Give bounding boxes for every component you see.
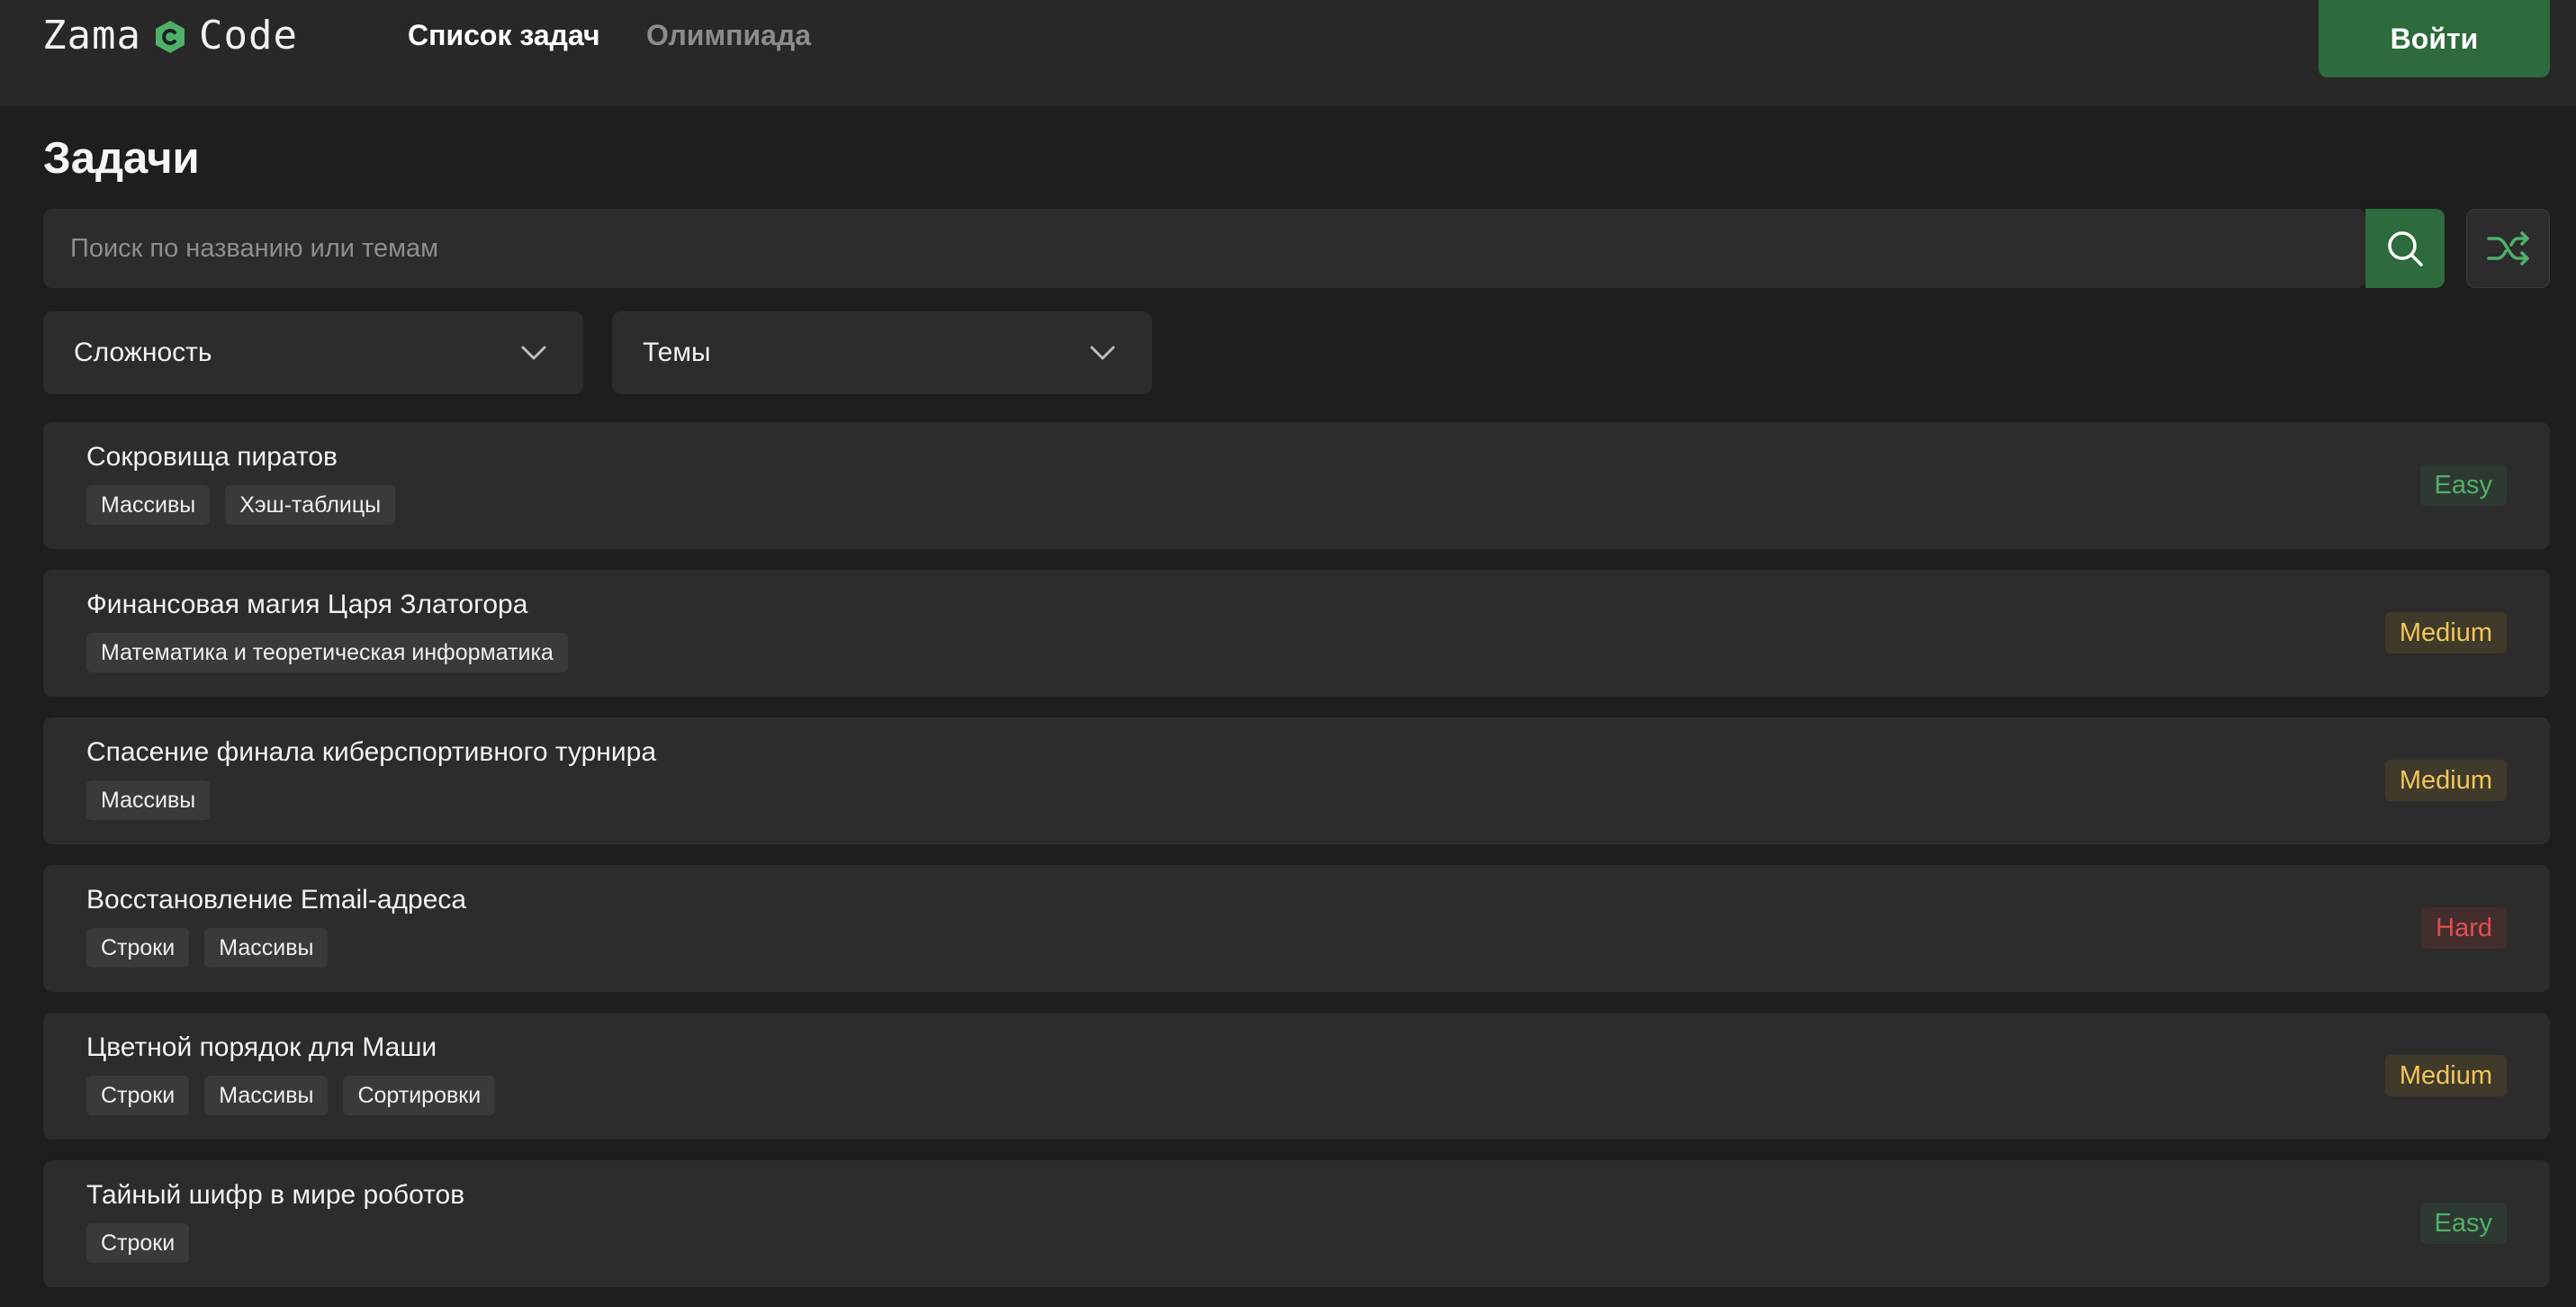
task-title: Спасение финала киберспортивного турнира bbox=[86, 737, 657, 767]
task-tag: Массивы bbox=[204, 1076, 329, 1115]
chevron-down-icon bbox=[1090, 346, 1115, 360]
task-card[interactable]: Восстановление Email-адреса Строки Масси… bbox=[43, 865, 2550, 992]
logo-text-left: Zama bbox=[42, 12, 141, 59]
nav-tasks-list[interactable]: Список задач bbox=[408, 16, 600, 54]
search-icon bbox=[2388, 231, 2423, 266]
difficulty-badge: Medium bbox=[2384, 760, 2507, 801]
task-title: Сокровища пиратов bbox=[86, 442, 338, 472]
task-tags: Математика и теоретическая информатика bbox=[86, 633, 568, 672]
task-tag: Массивы bbox=[204, 928, 329, 968]
task-card[interactable]: Финансовая магия Царя Златогора Математи… bbox=[43, 570, 2550, 697]
task-tag: Строки bbox=[86, 1223, 190, 1263]
task-tags: Массивы Хэш-таблицы bbox=[86, 485, 396, 525]
difficulty-badge: Hard bbox=[2421, 907, 2507, 949]
topics-dropdown-label: Темы bbox=[643, 338, 711, 367]
task-tag: Хэш-таблицы bbox=[225, 485, 396, 525]
topics-dropdown[interactable]: Темы bbox=[612, 311, 1152, 394]
c-hexagon-icon bbox=[154, 18, 186, 53]
logo[interactable]: Zama Code bbox=[42, 12, 298, 59]
top-header: Zama Code Список задач Олимпиада Войти bbox=[0, 0, 2576, 106]
shuffle-button[interactable] bbox=[2466, 209, 2550, 288]
search-input[interactable] bbox=[70, 209, 2320, 288]
task-tag: Строки bbox=[86, 928, 190, 968]
difficulty-badge: Medium bbox=[2384, 1055, 2507, 1096]
logo-text-right: Code bbox=[198, 12, 298, 59]
task-card[interactable]: Цветной порядок для Маши Строки Массивы … bbox=[43, 1013, 2550, 1140]
task-title: Финансовая магия Царя Златогора bbox=[86, 590, 528, 619]
task-card[interactable]: Спасение финала киберспортивного турнира… bbox=[43, 717, 2550, 844]
task-tag: Массивы bbox=[86, 485, 211, 525]
task-tag: Строки bbox=[86, 1076, 190, 1115]
nav-olympiad[interactable]: Олимпиада bbox=[646, 16, 811, 54]
task-title: Цветной порядок для Маши bbox=[86, 1032, 437, 1062]
task-card[interactable]: Тайный шифр в мире роботов Строки Easy bbox=[43, 1160, 2550, 1287]
difficulty-badge: Easy bbox=[2419, 464, 2507, 506]
task-card[interactable]: Сокровища пиратов Массивы Хэш-таблицы Ea… bbox=[43, 422, 2550, 549]
shuffle-icon bbox=[2486, 231, 2529, 266]
task-tags: Массивы bbox=[86, 780, 211, 820]
task-title: Восстановление Email-адреса bbox=[86, 885, 467, 915]
task-tag: Математика и теоретическая информатика bbox=[86, 633, 568, 672]
task-tag: Сортировки bbox=[343, 1076, 496, 1115]
search-button[interactable] bbox=[2365, 209, 2445, 288]
search-box bbox=[43, 209, 2365, 288]
task-tag: Массивы bbox=[86, 780, 211, 820]
task-tags: Строки Массивы Сортировки bbox=[86, 1076, 496, 1115]
difficulty-badge: Easy bbox=[2419, 1203, 2507, 1244]
difficulty-dropdown-label: Сложность bbox=[74, 338, 212, 367]
task-tags: Строки Массивы bbox=[86, 928, 329, 968]
task-tags: Строки bbox=[86, 1223, 190, 1263]
task-title: Тайный шифр в мире роботов bbox=[86, 1180, 465, 1210]
chevron-down-icon bbox=[521, 346, 546, 360]
page-title: Задачи bbox=[43, 134, 200, 183]
difficulty-badge: Medium bbox=[2384, 612, 2507, 654]
difficulty-dropdown[interactable]: Сложность bbox=[43, 311, 583, 394]
login-button[interactable]: Войти bbox=[2319, 0, 2550, 77]
